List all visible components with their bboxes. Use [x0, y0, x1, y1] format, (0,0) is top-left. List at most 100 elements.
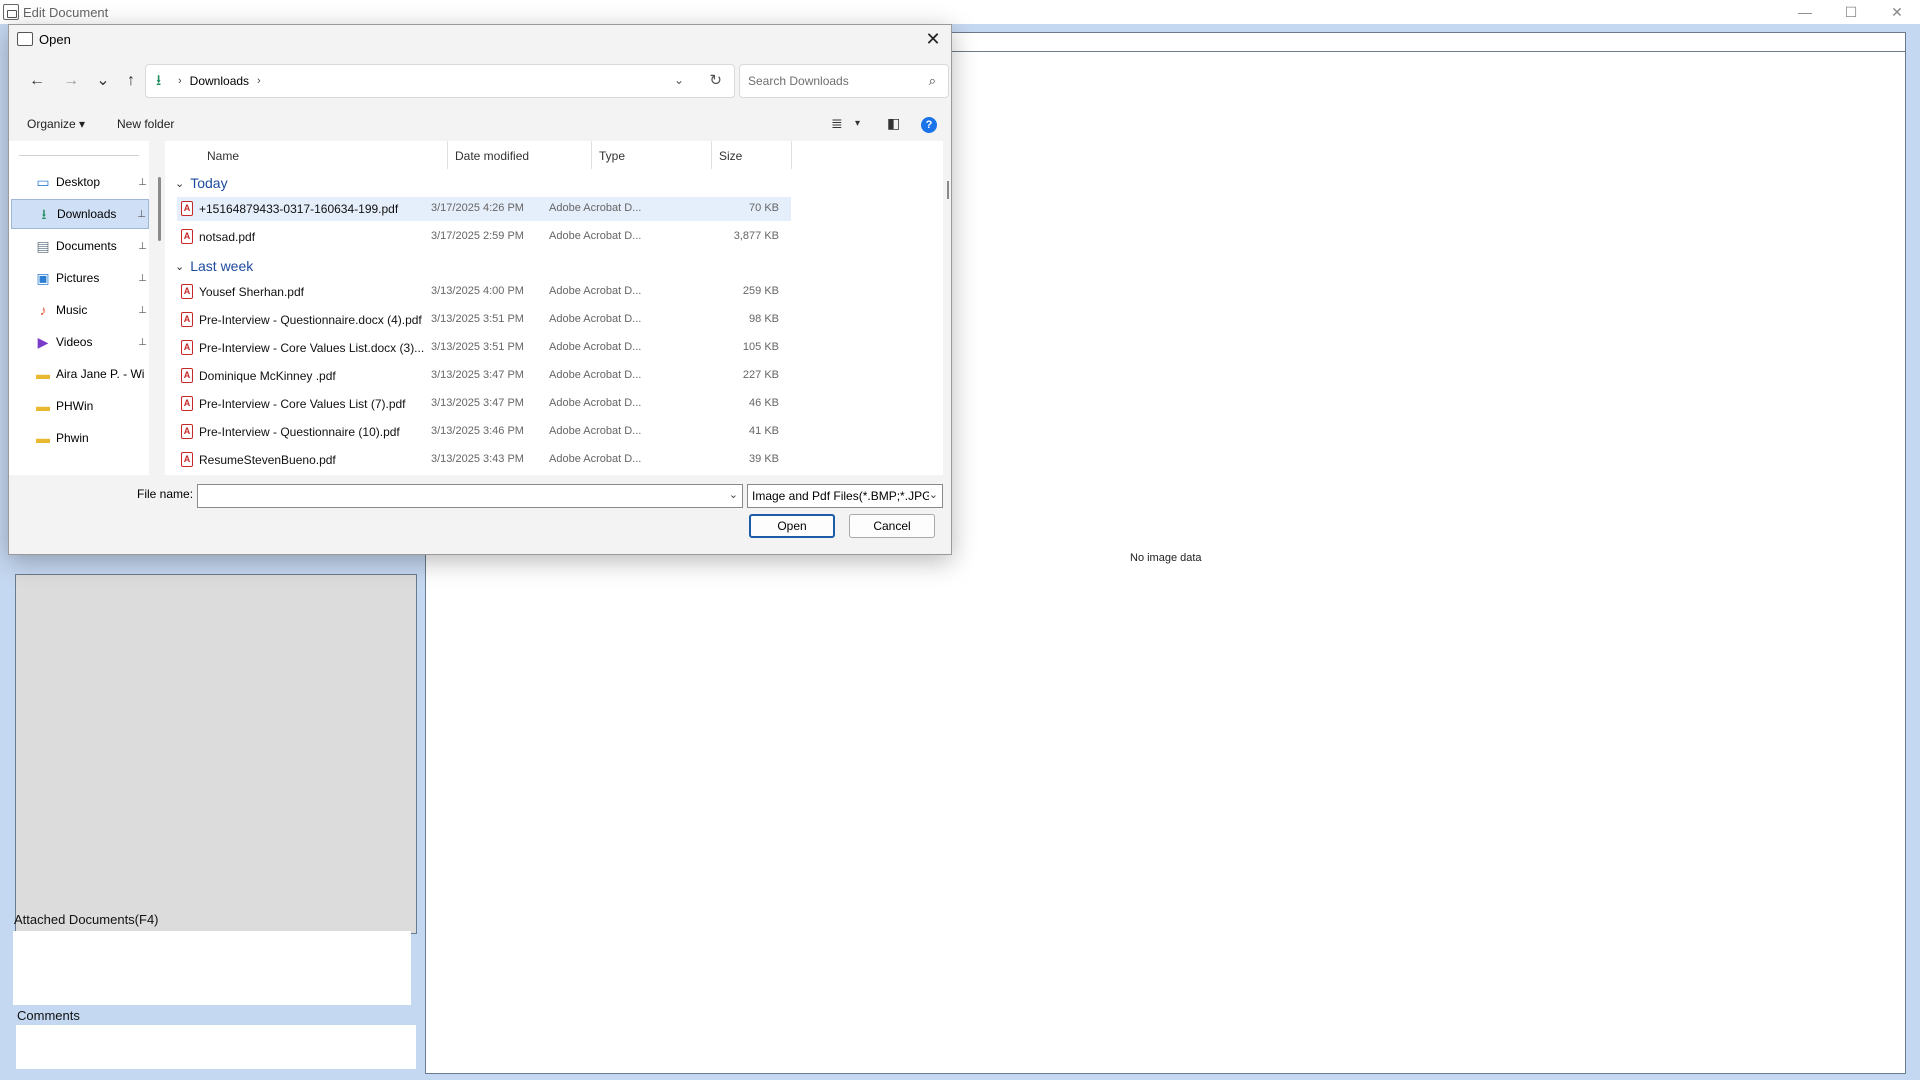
organize-button[interactable]: Organize ▾: [27, 117, 85, 131]
scrollbar-thumb[interactable]: [158, 177, 161, 241]
up-arrow-icon[interactable]: ↑: [119, 69, 143, 93]
open-button[interactable]: Open: [749, 514, 835, 538]
nav-item-label: Phwin: [56, 431, 89, 445]
file-type: Adobe Acrobat D...: [549, 285, 642, 297]
nav-item-documents[interactable]: ▤ Documents ⊥: [11, 231, 149, 261]
group-label: Today: [190, 175, 228, 191]
help-icon[interactable]: ?: [921, 117, 937, 133]
file-date-modified: 3/13/2025 3:51 PM: [431, 313, 524, 325]
view-options-icon[interactable]: ≣: [831, 115, 843, 132]
nav-item-label: Pictures: [56, 271, 100, 285]
file-date-modified: 3/13/2025 3:47 PM: [431, 369, 524, 381]
nav-item-aira-jane-p-wi[interactable]: ▬ Aira Jane P. - Wi: [11, 359, 149, 389]
file-type: Adobe Acrobat D...: [549, 313, 642, 325]
file-name: notsad.pdf: [199, 230, 256, 244]
file-row[interactable]: A Yousef Sherhan.pdf 3/13/2025 4:00 PM Adob…: [177, 280, 791, 304]
column-header-date-modified[interactable]: Date modified: [455, 149, 529, 163]
pin-icon[interactable]: ⊥: [138, 241, 147, 252]
search-icon[interactable]: ⌕: [929, 73, 936, 89]
group-header-last-week[interactable]: ⌄ Last week: [175, 258, 253, 274]
file-row[interactable]: A Dominique McKinney .pdf 3/13/2025 3:47 P…: [177, 364, 791, 388]
music-icon: ♪: [39, 302, 47, 318]
file-row[interactable]: A Pre-Interview - Questionnaire.docx (4).…: [177, 308, 791, 332]
pin-icon[interactable]: ⊥: [138, 273, 147, 284]
maximize-button[interactable]: ☐: [1828, 0, 1874, 24]
column-header-type[interactable]: Type: [599, 149, 625, 163]
column-divider[interactable]: [447, 141, 448, 169]
desktop-icon: ▭: [36, 174, 50, 190]
file-type: Adobe Acrobat D...: [549, 202, 642, 214]
back-arrow-icon[interactable]: ←: [25, 69, 49, 93]
file-list-scrollbar[interactable]: [945, 141, 951, 475]
dialog-close-button[interactable]: ✕: [923, 29, 943, 49]
nav-item-videos[interactable]: ▶ Videos ⊥: [11, 327, 149, 357]
nav-item-phwin[interactable]: ▬ PHWin: [11, 391, 149, 421]
file-name-field[interactable]: ⌄: [197, 484, 743, 508]
pdf-file-icon: A: [181, 424, 193, 439]
file-name: Dominique McKinney .pdf: [199, 369, 336, 383]
column-divider[interactable]: [791, 141, 792, 169]
column-header-size[interactable]: Size: [719, 149, 742, 163]
forward-arrow-icon[interactable]: →: [59, 69, 83, 93]
minimize-button[interactable]: —: [1782, 0, 1828, 24]
documents-icon: ▤: [36, 238, 50, 254]
file-name: ResumeStevenBueno.pdf: [199, 453, 336, 467]
pin-icon[interactable]: ⊥: [138, 337, 147, 348]
nav-item-label: Music: [56, 303, 88, 317]
column-header-name[interactable]: Name: [207, 149, 239, 163]
app-document-icon: [3, 4, 19, 20]
file-type: Adobe Acrobat D...: [549, 369, 642, 381]
open-file-dialog: Open ✕ ← → ⌄ ↑ ⭳ › Downloads › ⌄ ↻ Searc…: [8, 24, 952, 555]
file-type-filter-select[interactable]: Image and Pdf Files(*.BMP;*.JPG ⌄: [747, 484, 943, 508]
file-row[interactable]: A Pre-Interview - Core Values List (7).pd…: [177, 392, 791, 416]
column-divider[interactable]: [591, 141, 592, 169]
filter-chevron-icon[interactable]: ⌄: [928, 488, 938, 501]
breadcrumb-separator-icon[interactable]: ›: [257, 75, 261, 87]
address-bar[interactable]: ⭳ › Downloads › ⌄ ↻: [145, 64, 735, 98]
pdf-file-icon: A: [181, 284, 193, 299]
file-row[interactable]: A ResumeStevenBueno.pdf 3/13/2025 3:43 PM A…: [177, 448, 791, 472]
pdf-file-icon: A: [181, 396, 193, 411]
address-history-chevron-icon[interactable]: ⌄: [674, 73, 684, 87]
file-type: Adobe Acrobat D...: [549, 397, 642, 409]
search-input[interactable]: Search Downloads ⌕: [739, 64, 949, 98]
column-divider[interactable]: [711, 141, 712, 169]
pin-icon[interactable]: ⊥: [137, 209, 146, 220]
pin-icon[interactable]: ⊥: [138, 177, 147, 188]
nav-item-phwin[interactable]: ▬ Phwin: [11, 423, 149, 453]
nav-item-pictures[interactable]: ▣ Pictures ⊥: [11, 263, 149, 293]
file-date-modified: 3/13/2025 3:46 PM: [431, 425, 524, 437]
scrollbar-thumb[interactable]: [947, 181, 949, 199]
file-type: Adobe Acrobat D...: [549, 230, 642, 242]
nav-item-downloads[interactable]: ⭳ Downloads ⊥: [11, 199, 149, 229]
file-row[interactable]: A Pre-Interview - Questionnaire (10).pdf 3…: [177, 420, 791, 444]
file-name: Pre-Interview - Core Values List (7).pdf: [199, 397, 406, 411]
collapse-chevron-icon[interactable]: ⌄: [175, 177, 184, 190]
nav-item-music[interactable]: ♪ Music ⊥: [11, 295, 149, 325]
nav-item-desktop[interactable]: ▭ Desktop ⊥: [11, 167, 149, 197]
breadcrumb-separator-icon[interactable]: ›: [178, 75, 182, 87]
view-options-chevron-icon[interactable]: ▾: [855, 118, 860, 129]
recent-locations-chevron-icon[interactable]: ⌄: [91, 69, 115, 93]
file-row[interactable]: A +15164879433-0317-160634-199.pdf 3/17/20…: [177, 197, 791, 221]
collapse-chevron-icon[interactable]: ⌄: [175, 260, 184, 273]
file-row[interactable]: A Pre-Interview - Core Values List.docx (…: [177, 336, 791, 360]
preview-pane-icon[interactable]: ◧: [887, 115, 900, 132]
breadcrumb-downloads[interactable]: Downloads: [190, 74, 249, 88]
file-row[interactable]: Anotsad.pdf 3/17/2025 2:59 PM Adobe Acroba…: [177, 225, 791, 249]
videos-icon: ▶: [37, 334, 49, 350]
new-folder-button[interactable]: New folder: [117, 117, 174, 131]
pin-icon[interactable]: ⊥: [138, 305, 147, 316]
thumbnail-preview-panel[interactable]: [15, 574, 417, 934]
file-size: 3,877 KB: [733, 230, 779, 242]
navigation-row: ← → ⌄ ↑ ⭳ › Downloads › ⌄ ↻ Search Downl…: [9, 63, 951, 99]
file-name-history-chevron-icon[interactable]: ⌄: [729, 488, 738, 501]
cancel-button[interactable]: Cancel: [849, 514, 935, 538]
refresh-icon[interactable]: ↻: [709, 71, 722, 89]
app-titlebar: Edit Document — ☐ ✕: [0, 0, 1920, 24]
group-header-today[interactable]: ⌄ Today: [175, 175, 228, 191]
close-window-button[interactable]: ✕: [1874, 0, 1920, 24]
file-date-modified: 3/13/2025 4:00 PM: [431, 285, 524, 297]
comments-field[interactable]: [16, 1025, 416, 1069]
attached-documents-list[interactable]: [13, 931, 411, 1005]
